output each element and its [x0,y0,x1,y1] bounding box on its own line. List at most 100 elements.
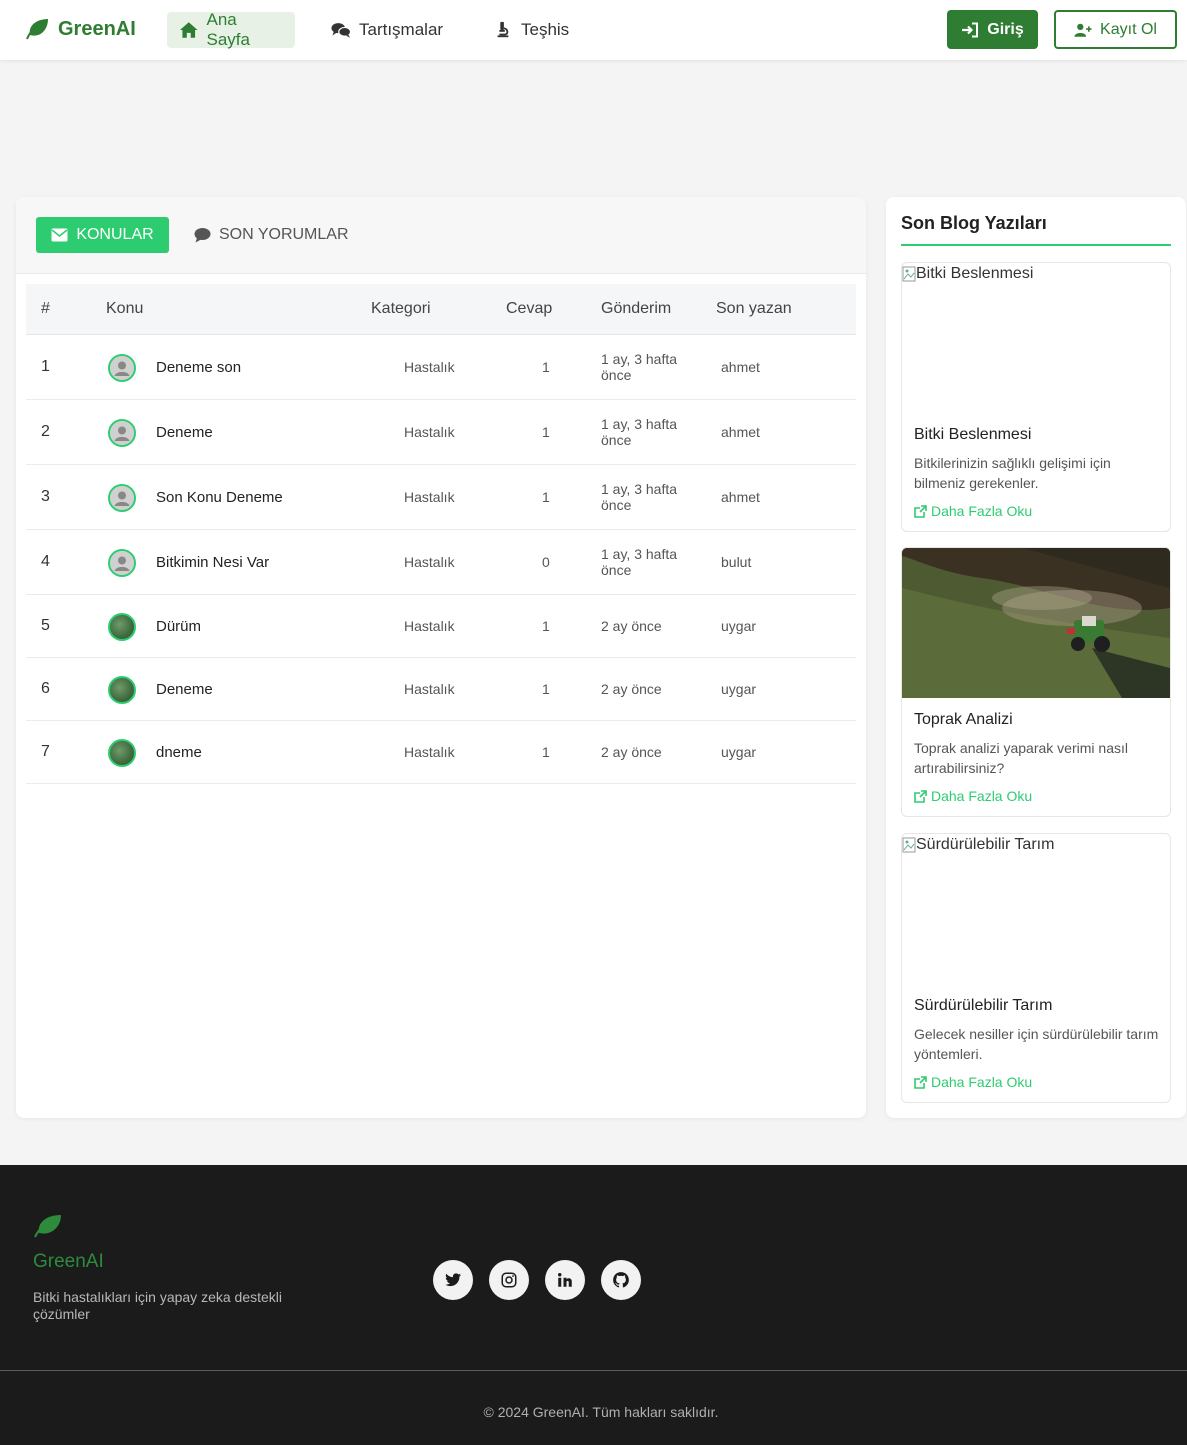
topic-last-author[interactable]: ahmet [721,489,760,505]
topic-date: 2 ay önce [601,743,662,760]
register-button[interactable]: Kayıt Ol [1054,10,1177,49]
topic-category: Hastalık [404,423,455,440]
navbar: GreenAI Ana Sayfa Tartışmalar Teşhis Gir… [0,0,1187,60]
read-more-label: Daha Fazla Oku [931,1074,1033,1090]
footer-description: Bitki hastalıkları için yapay zeka deste… [33,1289,282,1322]
read-more-link[interactable]: Daha Fazla Oku [914,788,1032,804]
topic-last-author[interactable]: ahmet [721,359,760,375]
topic-category: Hastalık [404,488,455,505]
footer-brand: GreenAI [33,1251,104,1272]
tabs-bar: KONULAR SON YORUMLAR [16,197,866,274]
footer-divider [0,1370,1187,1371]
brand-name: GreenAI [58,17,136,40]
topic-title-link[interactable]: Dürüm [156,618,201,635]
topic-title-link[interactable]: Deneme [156,424,213,441]
topic-date: 1 ay, 3 hafta önce [601,415,678,448]
broken-image-icon [902,266,916,282]
topics-card: KONULAR SON YORUMLAR # Konu Kategori Cev… [16,197,866,1118]
table-row[interactable]: 6 Deneme Hastalık 1 2 ay önce uygar [26,658,856,721]
instagram-link[interactable] [489,1260,529,1300]
topic-answer-count: 1 [542,680,550,697]
external-link-icon [914,1075,927,1089]
row-number: 1 [41,357,50,375]
user-avatar-icon [108,738,136,767]
leaf-icon [34,1215,61,1238]
header-category: Kategori [371,300,431,317]
tab-recent-comments[interactable]: SON YORUMLAR [194,217,349,253]
topic-date: 2 ay önce [601,617,662,634]
table-row[interactable]: 5 Dürüm Hastalık 1 2 ay önce uygar [26,595,856,658]
nav-discussions[interactable]: Tartışmalar [319,12,455,48]
table-row[interactable]: 3 Son Konu Deneme Hastalık 1 1 ay, 3 hafta ö… [26,465,856,530]
read-more-link[interactable]: Daha Fazla Oku [914,1074,1032,1090]
topic-category: Hastalık [404,617,455,634]
topic-answer-count: 1 [542,423,550,440]
blog-description: Gelecek nesiller için sürdürülebilir tar… [914,1026,1159,1062]
twitter-link[interactable] [433,1260,473,1300]
github-link[interactable] [601,1260,641,1300]
nav-diagnosis[interactable]: Teşhis [481,12,581,48]
blog-description: Bitkilerinizin sağlıklı gelişimi için bi… [914,455,1111,491]
topic-last-author[interactable]: uygar [721,681,756,697]
topic-answer-count: 0 [542,553,550,570]
blog-image [902,548,1170,698]
sidebar-divider [901,244,1171,246]
topic-title-link[interactable]: Son Konu Deneme [156,489,283,506]
external-link-icon [914,789,927,803]
twitter-icon [445,1273,462,1287]
blog-card[interactable]: Bitki Beslenmesi Bitki Beslenmesi Bitkil… [901,262,1171,532]
topic-category: Hastalık [404,680,455,697]
nav-diagnosis-label: Teşhis [521,20,570,39]
topic-category: Hastalık [404,743,455,760]
user-avatar-icon [108,612,136,641]
brand-logo[interactable]: GreenAI [24,16,136,42]
topic-answer-count: 1 [542,743,550,760]
leaf-icon [26,19,48,40]
row-number: 2 [41,422,50,440]
topic-date: 1 ay, 3 hafta önce [601,480,678,513]
user-avatar-icon [108,353,136,382]
row-number: 5 [41,616,50,634]
topic-last-author[interactable]: ahmet [721,424,760,440]
table-row[interactable]: 7 dneme Hastalık 1 2 ay önce uygar [26,721,856,784]
header-date: Gönderim [601,300,672,317]
topic-title-link[interactable]: Bitkimin Nesi Var [156,554,269,571]
comment-icon [194,228,211,243]
topic-title-link[interactable]: Deneme [156,681,213,698]
header-number: # [41,300,50,317]
topic-last-author[interactable]: uygar [721,744,756,760]
table-row[interactable]: 4 Bitkimin Nesi Var Hastalık 0 1 ay, 3 hafta… [26,530,856,595]
linkedin-link[interactable] [545,1260,585,1300]
user-avatar-icon [108,548,136,577]
row-number: 6 [41,679,50,697]
table-row[interactable]: 2 Deneme Hastalık 1 1 ay, 3 hafta önce ahmet [26,400,856,465]
nav-discussions-label: Tartışmalar [359,20,444,39]
topic-title-link[interactable]: Deneme son [156,359,241,376]
nav-home-label: Ana Sayfa [206,10,250,49]
blog-card[interactable]: Sürdürülebilir Tarım Sürdürülebilir Tarı… [901,833,1171,1103]
login-label: Giriş [987,20,1024,38]
tractor-field-photo [902,548,1170,698]
tab-recent-comments-label: SON YORUMLAR [219,226,349,243]
user-plus-icon [1074,23,1092,37]
table-header: # Konu Kategori Cevap Gönderim Son yazan [26,284,856,335]
sign-in-icon [962,22,979,37]
topic-last-author[interactable]: bulut [721,554,751,570]
nav-home[interactable]: Ana Sayfa [167,10,295,49]
topic-last-author[interactable]: uygar [721,618,756,634]
tab-topics[interactable]: KONULAR [36,217,169,253]
table-row[interactable]: 1 Deneme son Hastalık 1 1 ay, 3 hafta önce ah… [26,335,856,400]
sidebar-title: Son Blog Yazıları [901,213,1047,233]
topic-title-link[interactable]: dneme [156,744,202,761]
read-more-link[interactable]: Daha Fazla Oku [914,503,1032,519]
header-topic: Konu [106,300,144,317]
blog-title: Bitki Beslenmesi [914,426,1032,443]
topic-category: Hastalık [404,358,455,375]
topic-date: 2 ay önce [601,680,662,697]
blog-card[interactable]: Toprak Analizi Toprak analizi yaparak ve… [901,547,1171,817]
login-button[interactable]: Giriş [947,10,1038,49]
blog-image: Bitki Beslenmesi [902,263,1170,413]
envelope-icon [51,228,68,242]
user-avatar-icon [108,418,136,447]
footer: GreenAI Bitki hastalıkları için yapay ze… [0,1165,1187,1445]
